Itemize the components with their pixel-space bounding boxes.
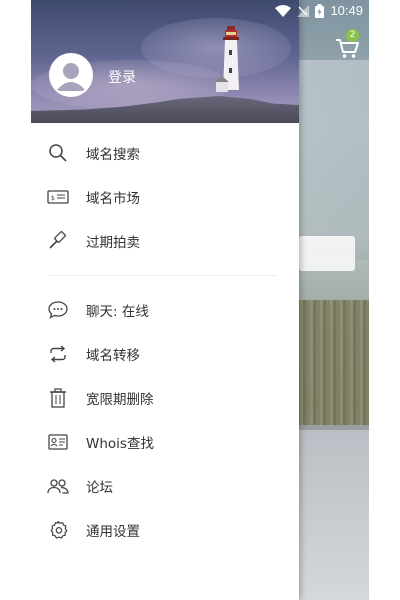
menu-item-label: 通用设置 [86, 524, 140, 540]
background-road [296, 430, 369, 600]
trash-icon [47, 387, 69, 409]
menu-item-domain-market[interactable]: $ 域名市场 [31, 175, 299, 219]
cart-badge: 2 [346, 29, 359, 42]
status-time: 10:49 [330, 3, 363, 18]
wifi-icon [275, 4, 292, 17]
menu-item-domain-transfer[interactable]: 域名转移 [31, 332, 299, 376]
user-icon [51, 55, 91, 95]
login-link[interactable]: 登录 [108, 67, 136, 87]
svg-text:$: $ [51, 195, 55, 202]
menu-item-label: 聊天: 在线 [86, 304, 149, 320]
search-icon [47, 142, 69, 164]
menu-divider [49, 275, 277, 276]
battery-icon [315, 3, 325, 18]
users-icon [47, 475, 69, 497]
menu-item-grace-period-delete[interactable]: 宽限期删除 [31, 376, 299, 420]
id-card-icon [47, 431, 69, 453]
menu-item-chat[interactable]: 聊天: 在线 [31, 288, 299, 332]
avatar[interactable] [49, 53, 93, 97]
menu-item-label: 宽限期删除 [86, 392, 154, 408]
menu-item-whois-lookup[interactable]: Whois查找 [31, 420, 299, 464]
lighthouse-image [215, 26, 239, 92]
ticket-icon: $ [47, 186, 69, 208]
drawer-menu: 域名搜索 $ 域名市场 过期拍卖 聊天: 在线 域名转移 宽限期删除 Whois… [31, 123, 299, 552]
background-trees [296, 300, 369, 430]
menu-item-label: 过期拍卖 [86, 235, 140, 251]
gear-icon [47, 519, 69, 541]
chat-icon [47, 299, 69, 321]
menu-item-domain-search[interactable]: 域名搜索 [31, 131, 299, 175]
phone-screen: 2 10:49 登录 域名搜索 $ 域名市场 过期拍卖 聊天: 在线 域名转移 … [31, 0, 369, 600]
menu-item-label: 域名转移 [86, 348, 140, 364]
menu-item-general-settings[interactable]: 通用设置 [31, 508, 299, 552]
background-search-box [299, 236, 355, 271]
menu-item-label: 论坛 [86, 480, 113, 496]
transfer-icon [47, 343, 69, 365]
menu-item-forum[interactable]: 论坛 [31, 464, 299, 508]
no-signal-icon [297, 4, 310, 17]
menu-item-label: 域名搜索 [86, 147, 140, 163]
status-bar: 10:49 [31, 0, 369, 24]
menu-item-label: 域名市场 [86, 191, 140, 207]
menu-item-label: Whois查找 [86, 436, 154, 452]
navigation-drawer: 登录 域名搜索 $ 域名市场 过期拍卖 聊天: 在线 域名转移 宽限期删除 Wh… [31, 0, 299, 600]
gavel-icon [47, 230, 69, 252]
menu-item-expired-auction[interactable]: 过期拍卖 [31, 219, 299, 263]
